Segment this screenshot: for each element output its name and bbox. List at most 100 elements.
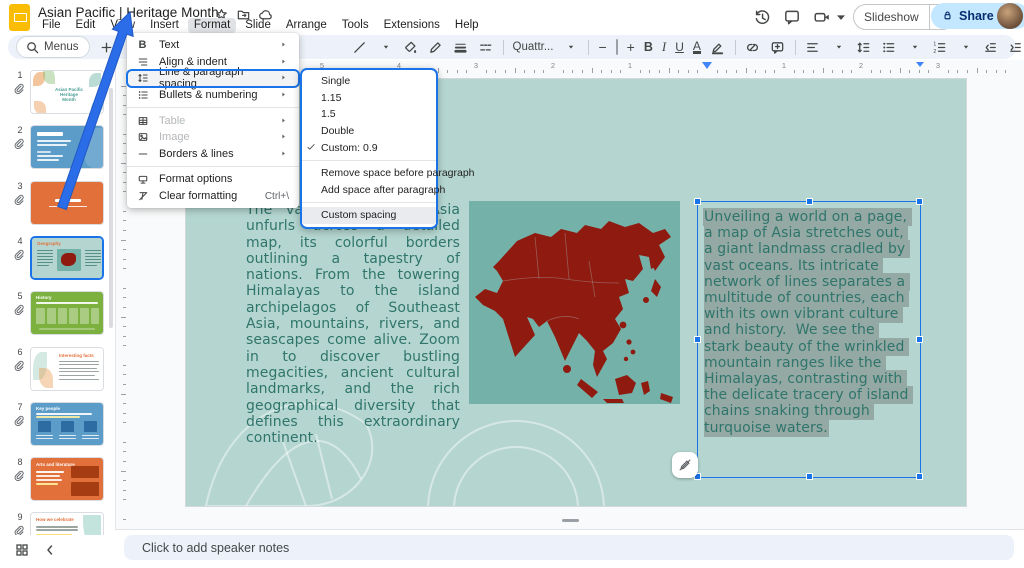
spacing-option-double[interactable]: Double	[302, 123, 436, 140]
format-menu-item-bullets-numbering[interactable]: Bullets & numbering	[127, 87, 299, 104]
font-size-input[interactable]	[616, 39, 618, 55]
version-history-icon[interactable]	[753, 8, 771, 26]
indent-marker[interactable]	[702, 62, 712, 69]
text-color-button[interactable]: A	[693, 41, 701, 54]
align-caret-icon[interactable]	[831, 39, 847, 55]
thumbnail-preview[interactable]: Geography	[30, 236, 104, 280]
slide-thumbnail-6[interactable]: 6 Interesting facts	[0, 347, 115, 391]
increase-font-button[interactable]: +	[627, 39, 635, 55]
thumbnail-preview[interactable]: Interesting facts	[30, 347, 104, 391]
selection-handle[interactable]	[916, 198, 923, 205]
edit-disabled-button[interactable]	[672, 452, 698, 478]
decrease-font-button[interactable]: −	[598, 39, 606, 55]
menubar-item-help[interactable]: Help	[449, 18, 485, 33]
italic-button[interactable]: I	[662, 39, 666, 55]
spacing-option-1.5[interactable]: 1.5	[302, 106, 436, 123]
thumbnail-preview[interactable]: Arts and literature	[30, 457, 104, 501]
format-menu-item-image[interactable]: Image	[127, 129, 299, 146]
menubar-item-edit[interactable]: Edit	[70, 18, 102, 33]
menubar-item-format[interactable]: Format	[188, 18, 236, 33]
format-menu-item-text[interactable]: B Text	[127, 37, 299, 54]
spacing-option-custom-spacing[interactable]: Custom spacing	[302, 207, 436, 224]
format-menu-item-line-paragraph-spacing[interactable]: Line & paragraph spacing	[127, 70, 299, 87]
format-menu-item-table[interactable]: Table	[127, 112, 299, 129]
numbered-list-caret-icon[interactable]	[958, 39, 974, 55]
menubar-item-tools[interactable]: Tools	[336, 18, 375, 33]
spacing-option-custom-0.9[interactable]: Custom: 0.9	[302, 139, 436, 156]
line-tool-button[interactable]	[352, 39, 368, 55]
border-weight-button[interactable]	[453, 39, 469, 55]
format-menu-item-clear-formatting[interactable]: Clear formattingCtrl+\	[127, 188, 299, 205]
filmstrip-scrollbar[interactable]	[109, 88, 113, 328]
selected-text-box[interactable]: Unveiling a world on a page, a map of As…	[697, 201, 921, 478]
slide-thumbnail-9[interactable]: 9 How we celebrate	[0, 512, 115, 535]
menubar-item-file[interactable]: File	[36, 18, 67, 33]
selection-handle[interactable]	[916, 336, 923, 343]
spacing-option-single[interactable]: Single	[302, 73, 436, 90]
thumbnail-preview[interactable]: Asian Pacific Heritage Month	[30, 70, 104, 114]
menubar-item-extensions[interactable]: Extensions	[378, 18, 446, 33]
format-menu-item-borders-lines[interactable]: Borders & lines	[127, 146, 299, 163]
meet-caret-icon[interactable]	[832, 8, 842, 26]
selection-handle[interactable]	[916, 473, 923, 480]
selection-handle[interactable]	[694, 198, 701, 205]
bulleted-list-button[interactable]	[881, 39, 897, 55]
line-spacing-button[interactable]	[856, 39, 872, 55]
left-paragraph[interactable]: The vast expanse of Asia unfurls across …	[246, 202, 460, 446]
highlight-color-button[interactable]	[710, 39, 726, 55]
slideshow-label[interactable]: Slideshow	[854, 5, 930, 29]
border-dash-button[interactable]	[478, 39, 494, 55]
font-caret-icon[interactable]	[563, 39, 579, 55]
slides-logo-icon[interactable]	[9, 4, 30, 31]
spacing-option-add-space-after-paragraph[interactable]: Add space after paragraph	[302, 182, 436, 199]
thumbnail-preview[interactable]: How we celebrate	[30, 512, 104, 535]
asia-map-panel[interactable]	[469, 201, 680, 404]
right-paragraph[interactable]: Unveiling a world on a page, a map of As…	[704, 209, 910, 436]
align-button[interactable]	[805, 39, 821, 55]
underline-button[interactable]: U	[675, 40, 684, 54]
format-menu-item-format-options[interactable]: Format options	[127, 171, 299, 188]
menubar-item-arrange[interactable]: Arrange	[280, 18, 333, 33]
menubar-item-view[interactable]: View	[104, 18, 141, 33]
collapse-filmstrip-icon[interactable]	[42, 542, 58, 558]
spacing-option-remove-space-before-paragraph[interactable]: Remove space before paragraph	[302, 165, 436, 182]
fill-color-button[interactable]	[403, 39, 419, 55]
slide-thumbnail-3[interactable]: 3	[0, 181, 115, 225]
line-tool-caret-icon[interactable]	[378, 39, 394, 55]
slide-thumbnail-7[interactable]: 7 Key people	[0, 402, 115, 446]
bold-button[interactable]: B	[644, 40, 653, 54]
font-family-select[interactable]: Quattr...	[513, 41, 554, 53]
bulleted-list-caret-icon[interactable]	[907, 39, 923, 55]
thumbnail-preview[interactable]	[30, 125, 104, 169]
slide-thumbnail-2[interactable]: 2	[0, 125, 115, 169]
thumbnail-preview[interactable]: Key people	[30, 402, 104, 446]
border-color-button[interactable]	[428, 39, 444, 55]
increase-indent-button[interactable]	[1008, 39, 1024, 55]
decrease-indent-button[interactable]	[983, 39, 999, 55]
avatar[interactable]	[997, 3, 1023, 29]
selection-handle[interactable]	[806, 473, 813, 480]
comments-icon[interactable]	[783, 8, 801, 26]
menubar-item-insert[interactable]: Insert	[144, 18, 185, 33]
thumbnail-preview[interactable]: History	[30, 291, 104, 335]
selection-handle[interactable]	[694, 336, 701, 343]
slide-thumbnail-5[interactable]: 5 History	[0, 291, 115, 335]
slide-thumbnail-1[interactable]: 1 Asian Pacific Heritage Month	[0, 70, 115, 114]
numbered-list-button[interactable]: 12	[932, 39, 948, 55]
meet-camera-icon[interactable]	[813, 8, 831, 26]
thumbnail-preview[interactable]	[30, 181, 104, 225]
slide-thumbnail-4[interactable]: 4 Geography	[0, 236, 115, 280]
menus-search-button[interactable]: Menus	[16, 36, 90, 58]
indent-marker[interactable]	[916, 62, 924, 67]
spacing-option-1.15[interactable]: 1.15	[302, 90, 436, 107]
add-comment-button[interactable]	[770, 39, 786, 55]
grid-view-icon[interactable]	[14, 542, 30, 558]
insert-button[interactable]	[99, 39, 115, 55]
notes-resize-handle[interactable]	[562, 519, 579, 522]
slide-thumbnail-8[interactable]: 8 Arts and literature	[0, 457, 115, 501]
selection-handle[interactable]	[806, 198, 813, 205]
speaker-notes[interactable]: Click to add speaker notes	[124, 535, 1014, 560]
menubar-item-slide[interactable]: Slide	[239, 18, 277, 33]
insert-link-button[interactable]	[745, 39, 761, 55]
format-menu: B Text Align & indent Line & paragraph s…	[127, 33, 299, 208]
